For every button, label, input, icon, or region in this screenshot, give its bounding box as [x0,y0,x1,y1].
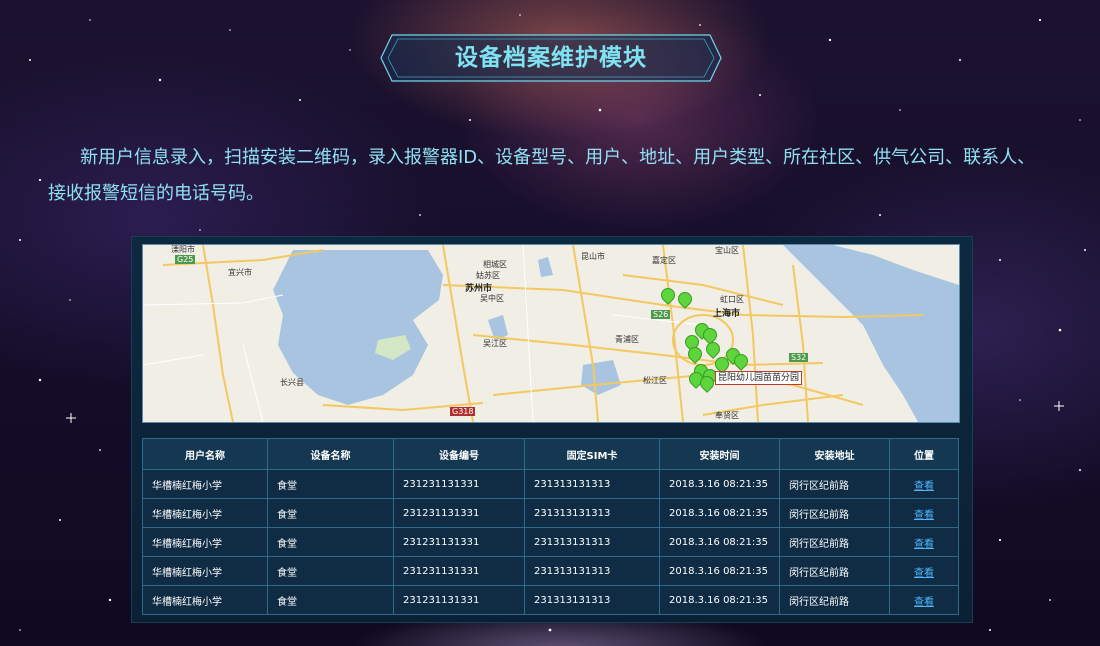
map-label: 吴江区 [483,339,507,348]
view-location-link[interactable]: 查看 [889,527,959,557]
device-name-cell: 食堂 [267,527,394,557]
user-name-cell: 华槽楠红梅小学 [142,498,268,528]
map-label: 昆山市 [581,252,605,261]
column-header: 固定SIM卡 [524,438,660,470]
device-id-cell: 231231131331 [393,556,525,586]
map-label: 嘉定区 [652,256,676,265]
user-name-cell: 华槽楠红梅小学 [142,527,268,557]
table-row: 华槽楠红梅小学 食堂 231231131331 231313131313 201… [142,585,959,615]
map-label: 溧阳市 [171,245,195,254]
column-header: 位置 [889,438,959,470]
device-name-cell: 食堂 [267,469,394,499]
user-name-cell: 华槽楠红梅小学 [142,556,268,586]
highway-badge: G25 [175,255,196,264]
map-label: 宜兴市 [228,268,252,277]
map-marker-tooltip: 昆阳幼儿园苗苗分园 [715,371,803,385]
view-location-link[interactable]: 查看 [889,585,959,615]
device-name-cell: 食堂 [267,556,394,586]
view-location-link[interactable]: 查看 [889,469,959,499]
install-address-cell: 闵行区纪前路 [779,498,890,528]
page-title: 设备档案维护模块 [455,45,647,71]
user-name-cell: 华槽楠红梅小学 [142,469,268,499]
map-base [143,245,959,422]
map-label: 宝山区 [715,246,739,255]
device-map[interactable]: 溧阳市 宜兴市 相城区 姑苏区 苏州市 吴中区 吴江区 长兴县 昆山市 嘉定区 … [142,244,960,423]
sim-card-cell: 231313131313 [524,556,660,586]
install-address-cell: 闵行区纪前路 [779,556,890,586]
install-time-cell: 2018.3.16 08:21:35 [659,585,780,615]
sim-card-cell: 231313131313 [524,469,660,499]
page-title-banner: 设备档案维护模块 [380,34,722,82]
column-header: 安装时间 [659,438,780,470]
column-header: 安装地址 [779,438,890,470]
map-label: 吴中区 [480,294,504,303]
map-label: 长兴县 [280,378,304,387]
device-id-cell: 231231131331 [393,585,525,615]
table-row: 华槽楠红梅小学 食堂 231231131331 231313131313 201… [142,498,959,528]
install-address-cell: 闵行区纪前路 [779,469,890,499]
map-label: 相城区 [483,260,507,269]
install-time-cell: 2018.3.16 08:21:35 [659,498,780,528]
device-records-table: 用户名称 设备名称 设备编号 固定SIM卡 安装时间 安装地址 位置 华槽楠红梅… [142,438,959,615]
install-time-cell: 2018.3.16 08:21:35 [659,527,780,557]
view-location-link[interactable]: 查看 [889,556,959,586]
map-label: 松江区 [643,376,667,385]
device-name-cell: 食堂 [267,585,394,615]
device-name-cell: 食堂 [267,498,394,528]
install-time-cell: 2018.3.16 08:21:35 [659,556,780,586]
highway-badge: S32 [789,353,809,362]
sim-card-cell: 231313131313 [524,527,660,557]
sim-card-cell: 231313131313 [524,585,660,615]
sim-card-cell: 231313131313 [524,498,660,528]
device-id-cell: 231231131331 [393,469,525,499]
map-label: 姑苏区 [476,271,500,280]
table-row: 华槽楠红梅小学 食堂 231231131331 231313131313 201… [142,556,959,586]
table-row: 华槽楠红梅小学 食堂 231231131331 231313131313 201… [142,527,959,557]
column-header: 设备编号 [393,438,525,470]
table-header-row: 用户名称 设备名称 设备编号 固定SIM卡 安装时间 安装地址 位置 [142,438,959,470]
device-id-cell: 231231131331 [393,527,525,557]
map-label: 青浦区 [615,335,639,344]
device-id-cell: 231231131331 [393,498,525,528]
map-label: 奉贤区 [715,411,739,420]
user-name-cell: 华槽楠红梅小学 [142,585,268,615]
map-label: 虹口区 [720,295,744,304]
view-location-link[interactable]: 查看 [889,498,959,528]
module-description: 新用户信息录入，扫描安装二维码，录入报警器ID、设备型号、用户、地址、用户类型、… [48,147,1036,204]
column-header: 用户名称 [142,438,268,470]
highway-badge: S26 [651,310,671,319]
install-address-cell: 闵行区纪前路 [779,585,890,615]
highway-badge: G318 [450,407,476,416]
install-time-cell: 2018.3.16 08:21:35 [659,469,780,499]
map-label: 上海市 [713,309,741,319]
install-address-cell: 闵行区纪前路 [779,527,890,557]
table-row: 华槽楠红梅小学 食堂 231231131331 231313131313 201… [142,469,959,499]
column-header: 设备名称 [267,438,394,470]
